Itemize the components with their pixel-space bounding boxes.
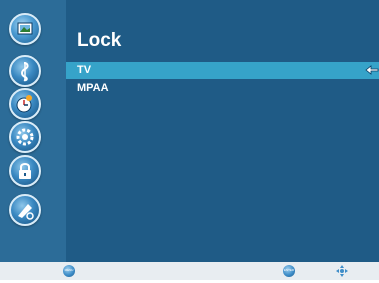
osd-screen: Lock TV MPAA [0,0,379,262]
channel-icon[interactable] [9,194,41,226]
setup-gear-icon[interactable] [9,121,41,153]
music-icon[interactable] [9,55,41,87]
menu-item-label: TV [77,64,92,76]
menu-item-tv[interactable]: TV [66,62,379,79]
menu-button-icon[interactable]: MENU [63,265,75,277]
sidebar [0,0,66,262]
page-title: Lock [77,30,122,51]
footer-bar: MENU ENTER [0,262,379,280]
menu-item-mpaa[interactable]: MPAA [66,80,379,97]
menu-button-label: MENU [64,268,74,272]
lock-icon[interactable] [9,155,41,187]
enter-button-icon[interactable]: ENTER [283,265,295,277]
clock-icon[interactable] [9,88,41,120]
pointer-hand-icon [365,63,379,77]
menu-item-label: MPAA [77,82,109,94]
navigation-arrows-icon [334,264,350,278]
picture-icon[interactable] [9,13,41,45]
enter-button-label: ENTER [283,268,295,272]
